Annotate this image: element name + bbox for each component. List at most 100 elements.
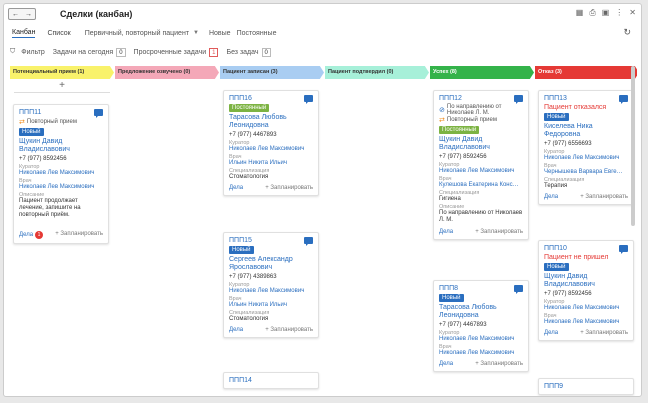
column-offer: Предложение озвучено (0) xyxy=(115,66,219,396)
patient-name[interactable]: Щукин Давид Владиславович xyxy=(439,136,523,152)
forward-button[interactable]: → xyxy=(25,11,32,18)
chat-icon[interactable] xyxy=(304,237,313,246)
direction-text: По направлению от Николаев Л. М. xyxy=(446,104,502,116)
overdue-count: 1 xyxy=(209,47,219,57)
deal-number[interactable]: ППП16 xyxy=(229,95,313,102)
patient-type-value: Первичный, повторный пациент xyxy=(84,29,190,37)
schedule-button[interactable]: + Запланировать xyxy=(265,327,313,333)
deal-card[interactable]: ППП9 xyxy=(538,378,634,395)
doctor-name[interactable]: Ильин Никита Ильич xyxy=(229,302,313,308)
doctor-name[interactable]: Ильин Никита Ильич xyxy=(229,160,313,166)
chat-icon[interactable] xyxy=(514,285,523,294)
chat-icon[interactable] xyxy=(94,109,103,118)
deal-number[interactable]: ППП13 xyxy=(544,95,628,102)
card-footer: Дела + Запланировать xyxy=(229,185,313,191)
chat-icon[interactable] xyxy=(619,95,628,104)
curator-name[interactable]: Николаев Лев Максимович xyxy=(544,155,628,161)
deal-card[interactable]: ППП15 Новый Сергеев Александр Ярославови… xyxy=(223,232,319,338)
filter-new[interactable]: Новые xyxy=(209,30,231,37)
schedule-button[interactable]: + Запланировать xyxy=(475,361,523,367)
status-badge: Новый xyxy=(439,294,464,302)
patient-name[interactable]: Тарасова Любовь Леонидовна xyxy=(229,114,313,130)
overdue-tasks-label: Просроченные задачи xyxy=(133,48,207,56)
deal-number[interactable]: ППП9 xyxy=(544,383,628,390)
deals-link[interactable]: Дела 1 xyxy=(19,231,44,239)
deals-link[interactable]: Дела xyxy=(439,361,453,367)
status-badge: Новый xyxy=(19,128,44,136)
patient-phone: +7 (977) 4467893 xyxy=(229,132,277,138)
print-icon[interactable]: ⎙ xyxy=(589,8,595,18)
vertical-scrollbar[interactable] xyxy=(631,66,635,226)
deal-number[interactable]: ППП10 xyxy=(544,245,628,252)
deal-card[interactable]: ППП8 Новый Тарасова Любовь Леонидовна +7… xyxy=(433,280,529,372)
deals-link[interactable]: Дела xyxy=(229,327,243,333)
curator-name[interactable]: Николаев Лев Максимович xyxy=(544,305,628,311)
doctor-name[interactable]: Николаев Лев Максимович xyxy=(439,350,523,356)
filter-icon[interactable]: ⛉ xyxy=(10,48,15,56)
schedule-button[interactable]: + Запланировать xyxy=(265,185,313,191)
column-booked: Пациент записан (3) ППП16 Постоянный Тар… xyxy=(220,66,324,396)
chat-icon[interactable] xyxy=(514,95,523,104)
repeat-label: Повторный прием xyxy=(26,119,77,125)
patient-name[interactable]: Тарасова Любовь Леонидовна xyxy=(439,304,523,320)
deal-card[interactable]: ППП10 Пациент не пришел Новый Щукин Дави… xyxy=(538,240,634,341)
doctor-name[interactable]: Николаев Лев Максимович xyxy=(544,319,628,325)
deals-link[interactable]: Дела xyxy=(439,229,453,235)
schedule-button[interactable]: + Запланировать xyxy=(475,229,523,235)
doctor-name[interactable]: Чернышева Варвара Евге… xyxy=(544,169,628,175)
deal-number[interactable]: ППП11 xyxy=(19,109,103,116)
no-tasks[interactable]: Без задач 0 xyxy=(226,47,271,57)
curator-name[interactable]: Николаев Лев Максимович xyxy=(229,146,313,152)
curator-name[interactable]: Николаев Лев Максимович xyxy=(19,170,103,176)
deal-number[interactable]: ППП15 xyxy=(229,237,313,244)
deal-card[interactable]: ППП12 ⊘ По направлению от Николаев Л. М. … xyxy=(433,90,529,240)
patient-phone: +7 (977) 8592456 xyxy=(439,154,487,160)
deals-link[interactable]: Дела xyxy=(544,194,558,200)
today-tasks[interactable]: Задачи на сегодня 0 xyxy=(53,47,126,57)
filter-button[interactable]: Фильтр xyxy=(21,49,45,56)
patient-name[interactable]: Щукин Давид Владиславович xyxy=(544,273,628,289)
overdue-tasks[interactable]: Просроченные задачи 1 xyxy=(133,47,219,57)
filter-label: Фильтр xyxy=(21,48,45,56)
chat-icon[interactable] xyxy=(619,245,628,254)
description-text: По направлению от Николаев Л. М. xyxy=(439,210,523,223)
deals-link[interactable]: Дела xyxy=(544,330,558,336)
status-badge: Новый xyxy=(544,263,569,271)
tab-list[interactable]: Список xyxy=(47,30,70,37)
close-icon[interactable]: ✕ xyxy=(629,8,636,18)
deals-link[interactable]: Дела xyxy=(229,185,243,191)
table-icon[interactable]: ▦ xyxy=(576,8,584,18)
schedule-button[interactable]: + Запланировать xyxy=(580,330,628,336)
chat-icon[interactable] xyxy=(304,95,313,104)
refresh-icon[interactable]: ↻ xyxy=(623,27,631,38)
doctor-name[interactable]: Кулешова Екатерина Конс… xyxy=(439,182,523,188)
filter-permanent[interactable]: Постоянные xyxy=(237,30,277,37)
nav-buttons: ← → xyxy=(8,8,36,20)
patient-phone: +7 (977) 6556693 xyxy=(544,141,592,147)
column-refusal: Отказ (3) ППП13 Пациент отказался Новый … xyxy=(535,66,637,396)
doctor-name[interactable]: Николаев Лев Максимович xyxy=(19,184,103,190)
deal-card[interactable]: ППП16 Постоянный Тарасова Любовь Леонидо… xyxy=(223,90,319,196)
curator-name[interactable]: Николаев Лев Максимович xyxy=(439,168,523,174)
deal-card[interactable]: ППП11 ⇄ Повторный прием Новый Щукин Давид… xyxy=(13,104,109,244)
column-confirmed: Пациент подтвердил (0) xyxy=(325,66,429,396)
deal-number[interactable]: ППП12 xyxy=(439,95,523,102)
add-card-button[interactable]: + xyxy=(14,81,110,93)
tab-kanban[interactable]: Канбан xyxy=(12,29,36,38)
deal-card[interactable]: ППП14 xyxy=(223,372,319,389)
deal-number[interactable]: ППП14 xyxy=(229,377,313,384)
schedule-button[interactable]: + Запланировать xyxy=(55,231,103,239)
curator-name[interactable]: Николаев Лев Максимович xyxy=(229,288,313,294)
patient-name[interactable]: Сергеев Александр Ярославович xyxy=(229,256,313,272)
patient-name[interactable]: Киселева Ника Федоровна xyxy=(544,123,628,139)
patient-type-select[interactable]: Первичный, повторный пациент ▼ xyxy=(85,30,199,37)
curator-name[interactable]: Николаев Лев Максимович xyxy=(439,336,523,342)
column-header: Пациент записан (3) xyxy=(220,66,324,79)
back-button[interactable]: ← xyxy=(12,11,19,18)
patient-name[interactable]: Щукин Давид Владиславович xyxy=(19,138,103,154)
deal-card[interactable]: ППП13 Пациент отказался Новый Киселева Н… xyxy=(538,90,634,205)
copy-icon[interactable]: ▣ xyxy=(602,8,610,18)
schedule-button[interactable]: + Запланировать xyxy=(580,194,628,200)
more-icon[interactable]: ⋮ xyxy=(615,8,623,18)
deal-number[interactable]: ППП8 xyxy=(439,285,523,292)
